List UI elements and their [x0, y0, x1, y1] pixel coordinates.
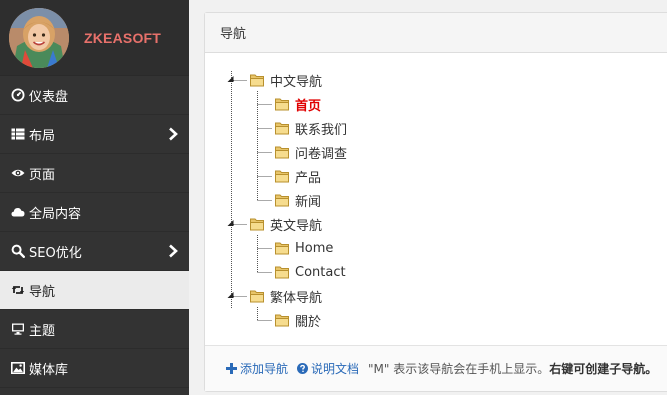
tree-node-label: 产品: [295, 170, 322, 186]
tree-node-item[interactable]: 产品: [274, 167, 322, 186]
sidebar-item-label: 页面: [29, 167, 56, 183]
folder-icon: [274, 312, 290, 328]
tree-node-label: 首页: [295, 98, 322, 114]
tree-node-group[interactable]: 繁体导航: [249, 287, 323, 306]
tree-node-label: Contact: [295, 264, 346, 280]
eye-icon: [10, 165, 26, 181]
tree-node-label: Home: [295, 240, 334, 256]
tree-node-label: 新闻: [295, 194, 322, 210]
help-docs-link[interactable]: 说明文档: [297, 360, 359, 377]
plus-icon: [226, 363, 237, 374]
sidebar-item-label: SEO优化: [29, 245, 82, 261]
tree-node-group[interactable]: 中文导航: [249, 71, 323, 90]
folder-icon: [249, 72, 265, 88]
sidebar-item-label: 主题: [29, 323, 56, 339]
tree-node-item[interactable]: 新闻: [274, 191, 322, 210]
tree-node-label: 问卷调查: [295, 146, 348, 162]
footer-note-bold: 右键可创建子导航。: [549, 362, 658, 376]
cloud-icon: [10, 204, 26, 220]
sidebar-item-media[interactable]: 媒体库: [0, 349, 189, 388]
sidebar-nav: 仪表盘 布局 页面 全局内容 SEO优化 导航 主题 媒体库: [0, 76, 189, 388]
footer-note: "M" 表示该导航会在手机上显示。右键可创建子导航。: [368, 360, 657, 377]
tree-node-item[interactable]: Contact: [274, 263, 346, 281]
tree-node-item[interactable]: 首页: [274, 95, 322, 114]
sidebar-item-global-content[interactable]: 全局内容: [0, 193, 189, 232]
navigation-tree: 中文导航首页联系我们问卷调查产品新闻英文导航 Home Contact 繁体导航關於: [205, 53, 667, 346]
folder-icon: [274, 264, 290, 280]
panel-heading: 导航: [205, 13, 667, 53]
chevron-right-icon: [169, 127, 178, 141]
navigation-panel: 导航 中文导航 首页 联系我们 问卷调查 产品 新闻 英文导航 Home Con…: [204, 12, 667, 392]
sidebar-item-seo[interactable]: SEO优化: [0, 232, 189, 271]
sidebar-item-theme[interactable]: 主题: [0, 310, 189, 349]
sidebar-item-pages[interactable]: 页面: [0, 154, 189, 193]
sidebar-item-label: 导航: [29, 284, 56, 300]
tree-node-label: 繁体导航: [270, 290, 323, 306]
tree-node-item[interactable]: 问卷调查: [274, 143, 348, 162]
sidebar-item-label: 媒体库: [29, 362, 69, 378]
folder-icon: [274, 192, 290, 208]
sidebar-item-layout[interactable]: 布局: [0, 115, 189, 154]
folder-icon: [249, 288, 265, 304]
folder-icon: [249, 216, 265, 232]
tree-node-item[interactable]: 联系我们: [274, 119, 348, 138]
panel-title: 导航: [220, 27, 247, 42]
folder-icon: [274, 168, 290, 184]
folder-icon: [274, 96, 290, 112]
tree-node-group[interactable]: 英文导航: [249, 215, 323, 234]
tree-node-label: 關於: [295, 314, 322, 330]
tree-node-label: 联系我们: [295, 122, 348, 138]
folder-icon: [274, 144, 290, 160]
brand-header: ZKEASOFT: [0, 0, 189, 76]
folder-icon: [274, 120, 290, 136]
help-docs-label: 说明文档: [311, 362, 360, 376]
sidebar-item-label: 布局: [29, 128, 56, 144]
sidebar: ZKEASOFT 仪表盘 布局 页面 全局内容 SEO优化 导航 主题 媒体库: [0, 0, 189, 395]
tree-node-item[interactable]: 關於: [274, 311, 322, 330]
add-navigation-button[interactable]: 添加导航: [226, 360, 288, 377]
sidebar-item-label: 仪表盘: [29, 89, 69, 105]
panel-footer: 添加导航 说明文档 "M" 表示该导航会在手机上显示。右键可创建子导航。: [205, 345, 667, 391]
brand-name: ZKEASOFT: [84, 29, 162, 46]
sidebar-item-navigation[interactable]: 导航: [0, 271, 189, 310]
monitor-icon: [10, 321, 26, 337]
question-circle-icon: [297, 363, 309, 374]
tree-node-item[interactable]: Home: [274, 239, 333, 257]
chevron-right-icon: [169, 244, 178, 258]
tree-node-label: 中文导航: [270, 74, 323, 90]
picture-icon: [10, 360, 26, 376]
add-navigation-label: 添加导航: [240, 362, 289, 376]
retweet-icon: [10, 282, 26, 298]
footer-note-text: "M" 表示该导航会在手机上显示。: [368, 362, 550, 376]
folder-icon: [274, 240, 290, 256]
dashboard-icon: [10, 87, 26, 103]
tree-node-label: 英文导航: [270, 218, 323, 234]
avatar[interactable]: [9, 7, 69, 68]
search-icon: [10, 243, 26, 259]
layout-grid-icon: [10, 126, 26, 142]
sidebar-item-dashboard[interactable]: 仪表盘: [0, 76, 189, 115]
sidebar-item-label: 全局内容: [29, 206, 82, 222]
